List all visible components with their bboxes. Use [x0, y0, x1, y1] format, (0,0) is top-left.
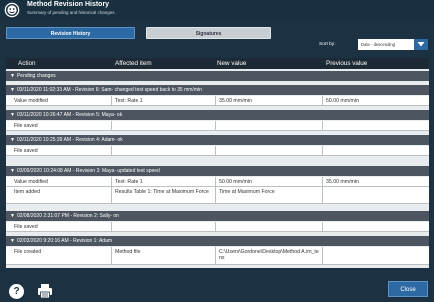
- cell-affected-item: [112, 146, 216, 155]
- cell-action: Item added: [6, 187, 112, 203]
- cell-action: File saved: [6, 222, 112, 231]
- group-header-revision-1[interactable]: ▼ 02/03/2020 9:20:16 AM - Revision 1: Ada…: [6, 236, 429, 246]
- cell-action: File created: [6, 247, 112, 264]
- print-icon[interactable]: [37, 283, 53, 299]
- help-button[interactable]: ?: [9, 284, 24, 299]
- column-header-affected-item[interactable]: Affected item: [115, 58, 152, 69]
- collapse-triangle-icon: ▼: [10, 112, 15, 118]
- cell-previous-value: [323, 187, 429, 203]
- collapse-triangle-icon: ▼: [10, 87, 15, 93]
- cell-affected-item: Test: Rate 1: [112, 177, 216, 186]
- table-row: Value modified Test: Rate 1 35.00 mm/min…: [6, 96, 429, 106]
- cell-action: File saved: [6, 146, 112, 155]
- group-title: 03/11/2020 10:26:47 AM - Revision 5: May…: [16, 112, 123, 118]
- cell-new-value: C:\Users\Gordone\Desktop\Method A.im_ten…: [216, 247, 323, 264]
- cell-previous-value: [323, 222, 429, 231]
- cell-previous-value: [323, 247, 429, 264]
- group-title: 02/03/2020 9:20:16 AM - Revision 1: Adam: [16, 238, 113, 244]
- cell-previous-value: 35.00 mm/min: [326, 179, 359, 185]
- group-title: 03/11/2020 11:02:33 AM - Revision 6: Sam…: [16, 87, 202, 93]
- sort-label: Sort by:: [319, 42, 336, 47]
- cell-previous-value: [323, 146, 429, 155]
- table-header: Action Affected item New value Previous …: [6, 58, 429, 69]
- column-header-new-value[interactable]: New value: [217, 58, 246, 69]
- group-header-revision-3[interactable]: ▼ 03/09/2020 10:24:08 AM - Revision 3: Ma…: [6, 166, 429, 176]
- cell-action: Value modified: [6, 96, 112, 105]
- cell-new-value: [216, 146, 323, 155]
- cell-action: Value modified: [6, 177, 112, 186]
- table-row: File saved: [6, 222, 429, 232]
- cell-affected-item: [112, 222, 216, 231]
- tab-revision-history[interactable]: Revision History: [6, 27, 135, 39]
- title-bar: Method Revision History Summary of pendi…: [0, 0, 434, 20]
- window-title: Method Revision History: [27, 1, 110, 8]
- revision-table: Action Affected item New value Previous …: [6, 58, 429, 268]
- table-row: Value modified Test: Rate 1 50.00 mm/min…: [6, 177, 429, 187]
- group-header-revision-6[interactable]: ▼ 03/11/2020 11:02:33 AM - Revision 6: Sa…: [6, 85, 429, 95]
- cell-new-value: [216, 121, 323, 130]
- collapse-triangle-icon: ▼: [10, 238, 15, 244]
- column-header-action[interactable]: Action: [18, 58, 36, 69]
- group-title: Pending changes: [16, 73, 56, 79]
- column-header-previous-value[interactable]: Previous value: [326, 58, 367, 69]
- close-button[interactable]: Close: [388, 281, 428, 297]
- table-row: File created Method file C:\Users\Gordon…: [6, 247, 429, 265]
- footer-bar: [0, 274, 434, 302]
- cell-new-value: 35.00 mm/min: [216, 96, 323, 105]
- app-logo-icon: [4, 2, 20, 18]
- cell-affected-item: [112, 121, 216, 130]
- table-row: Item added Results Table 1: Time at Maxi…: [6, 187, 429, 204]
- cell-new-value: Time at Maximum Force: [216, 187, 323, 203]
- cell-new-value: 50.00 mm/min: [216, 177, 323, 186]
- cell-action: File saved: [6, 121, 112, 130]
- cell-affected-item: Results Table 1: Time at Maximum Force: [112, 187, 216, 203]
- cell-affected-item: Method file: [112, 247, 216, 264]
- collapse-triangle-icon: ▼: [10, 213, 15, 219]
- group-title: 02/08/2020 2:31:07 PM - Revision 2: Sall…: [16, 213, 119, 219]
- group-header-pending[interactable]: ▼ Pending changes: [6, 71, 429, 81]
- table-row: File saved: [6, 146, 429, 156]
- group-title: 03/11/2020 10:25:39 AM - Revision 4: Ada…: [16, 137, 123, 143]
- tab-signatures[interactable]: Signatures: [146, 27, 271, 39]
- cell-new-value: [216, 222, 323, 231]
- group-header-revision-4[interactable]: ▼ 03/11/2020 10:25:39 AM - Revision 4: Ad…: [6, 135, 429, 145]
- sort-select[interactable]: Date - descending: [358, 39, 415, 50]
- cell-previous-value: 50.00 mm/min: [326, 98, 359, 104]
- collapse-triangle-icon: ▼: [10, 73, 15, 79]
- group-header-revision-5[interactable]: ▼ 03/11/2020 10:26:47 AM - Revision 5: Ma…: [6, 110, 429, 120]
- table-row: File saved: [6, 121, 429, 131]
- collapse-triangle-icon: ▼: [10, 168, 15, 174]
- chevron-down-icon: [417, 42, 425, 47]
- sort-dropdown-button[interactable]: [414, 39, 428, 50]
- cell-previous-value: [323, 121, 429, 130]
- collapse-triangle-icon: ▼: [10, 137, 15, 143]
- group-header-revision-2[interactable]: ▼ 02/08/2020 2:31:07 PM - Revision 2: Sal…: [6, 211, 429, 221]
- group-title: 03/09/2020 10:24:08 AM - Revision 3: May…: [16, 168, 160, 174]
- window-subtitle: Summary of pending and historical change…: [27, 10, 116, 15]
- cell-affected-item: Test: Rate 1: [112, 96, 216, 105]
